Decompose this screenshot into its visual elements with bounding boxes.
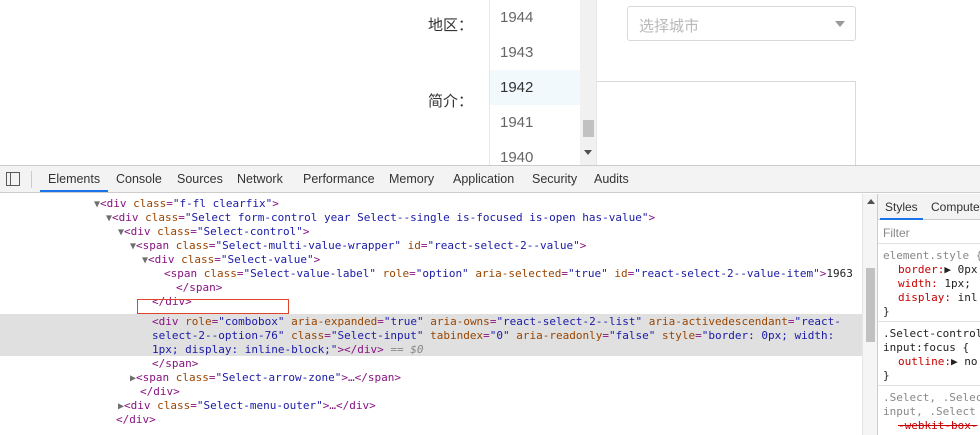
- selected-dom-node-wrap[interactable]: 1px; display: inline-block;"></div> == $…: [152, 343, 862, 357]
- scroll-down-arrow-icon[interactable]: [584, 150, 592, 155]
- divider: [878, 321, 980, 322]
- style-rule-selector[interactable]: element.style {: [883, 249, 980, 263]
- dom-node-line[interactable]: ▼<div class="Select-value">: [142, 253, 862, 267]
- intro-textarea[interactable]: [595, 81, 856, 165]
- styles-tabbar: Styles Computed: [878, 194, 980, 220]
- divider: [878, 243, 980, 244]
- dom-node-line[interactable]: ▼<span class="Select-multi-value-wrapper…: [130, 239, 862, 253]
- year-option[interactable]: 1940: [490, 140, 581, 165]
- elements-scrollbar[interactable]: [862, 194, 877, 435]
- tab-application[interactable]: Application: [445, 166, 522, 192]
- dom-node-line[interactable]: ▶<div class="Select-menu-outer">…</div>: [118, 399, 862, 413]
- intro-label: 简介：: [428, 92, 474, 110]
- tab-network[interactable]: Network: [229, 166, 291, 192]
- year-option[interactable]: 1944: [490, 0, 581, 35]
- style-rule-close: }: [883, 369, 890, 382]
- tab-memory[interactable]: Memory: [381, 166, 442, 192]
- style-rule-selector[interactable]: .Select-control: [883, 327, 980, 341]
- year-option[interactable]: 1941: [490, 105, 581, 140]
- city-select-placeholder: 选择城市: [639, 17, 700, 35]
- tab-security[interactable]: Security: [524, 166, 585, 192]
- selected-dom-node-wrap[interactable]: select-2--option-76" class="Select-input…: [152, 329, 862, 343]
- tab-elements[interactable]: Elements: [40, 166, 109, 192]
- dom-node-line[interactable]: ▼<div class="f-fl clearfix">: [94, 197, 862, 211]
- styles-filter-input[interactable]: Filter: [883, 226, 910, 240]
- dom-node-line[interactable]: ▼<div class="Select form-control year Se…: [106, 211, 862, 225]
- dom-node-line[interactable]: ▼<div class="Select-control">: [118, 225, 862, 239]
- styles-sidebar: Styles Computed Filter element.style { b…: [877, 194, 980, 435]
- region-label: 地区：: [428, 16, 474, 34]
- dom-node-line[interactable]: </div>: [140, 385, 862, 399]
- style-declaration[interactable]: outline:▶ no: [898, 355, 980, 369]
- tab-sources[interactable]: Sources: [169, 166, 231, 192]
- devtools-tabbar: Elements Console Sources Network Perform…: [0, 166, 980, 193]
- divider: [878, 385, 980, 386]
- dom-node-line[interactable]: </span>: [152, 357, 862, 371]
- tab-styles[interactable]: Styles: [880, 194, 923, 220]
- tab-computed[interactable]: Computed: [926, 194, 980, 220]
- style-declaration[interactable]: width: 1px;: [898, 277, 980, 291]
- style-declaration[interactable]: display: inl: [898, 291, 980, 305]
- tab-audits[interactable]: Audits: [586, 166, 637, 192]
- style-rule-close: }: [883, 305, 890, 318]
- tab-performance[interactable]: Performance: [295, 166, 383, 192]
- selected-dom-node[interactable]: <div role="combobox" aria-expanded="true…: [152, 315, 862, 329]
- page-form-area: 地区： 简介： 选择城市 1944 1943 1942 1941 1940: [0, 0, 980, 165]
- annotation-highlight-box: [137, 299, 289, 314]
- dom-node-line[interactable]: </span>: [176, 281, 862, 295]
- year-option[interactable]: 1943: [490, 35, 581, 70]
- chevron-down-icon: [835, 21, 845, 27]
- dom-node-line[interactable]: <span class="Select-value-label" role="o…: [164, 267, 862, 281]
- year-menu-scrollbar[interactable]: [580, 0, 596, 165]
- style-rule-selector[interactable]: input:focus {: [883, 341, 980, 355]
- style-rule-selector[interactable]: input, .Select: [883, 405, 980, 419]
- tab-console[interactable]: Console: [108, 166, 170, 192]
- tab-separator: [31, 171, 32, 188]
- style-declaration[interactable]: border:▶ 0px: [898, 263, 980, 277]
- style-rule-selector[interactable]: .Select, .Select: [883, 391, 980, 405]
- city-select[interactable]: 选择城市: [627, 6, 856, 41]
- style-declaration[interactable]: -webkit-box-: [898, 419, 980, 433]
- year-menu-scroll-thumb[interactable]: [583, 120, 594, 137]
- elements-dom-tree[interactable]: ▼<div class="f-fl clearfix"> ▼<div class…: [0, 194, 862, 435]
- scroll-up-arrow-icon[interactable]: [867, 199, 875, 204]
- dom-node-line[interactable]: ▶<span class="Select-arrow-zone">…</span…: [130, 371, 862, 385]
- dom-node-line[interactable]: </div>: [116, 413, 862, 427]
- year-option-focused[interactable]: 1942: [490, 70, 581, 105]
- dock-side-icon[interactable]: [6, 172, 20, 186]
- elements-scroll-thumb[interactable]: [866, 268, 875, 342]
